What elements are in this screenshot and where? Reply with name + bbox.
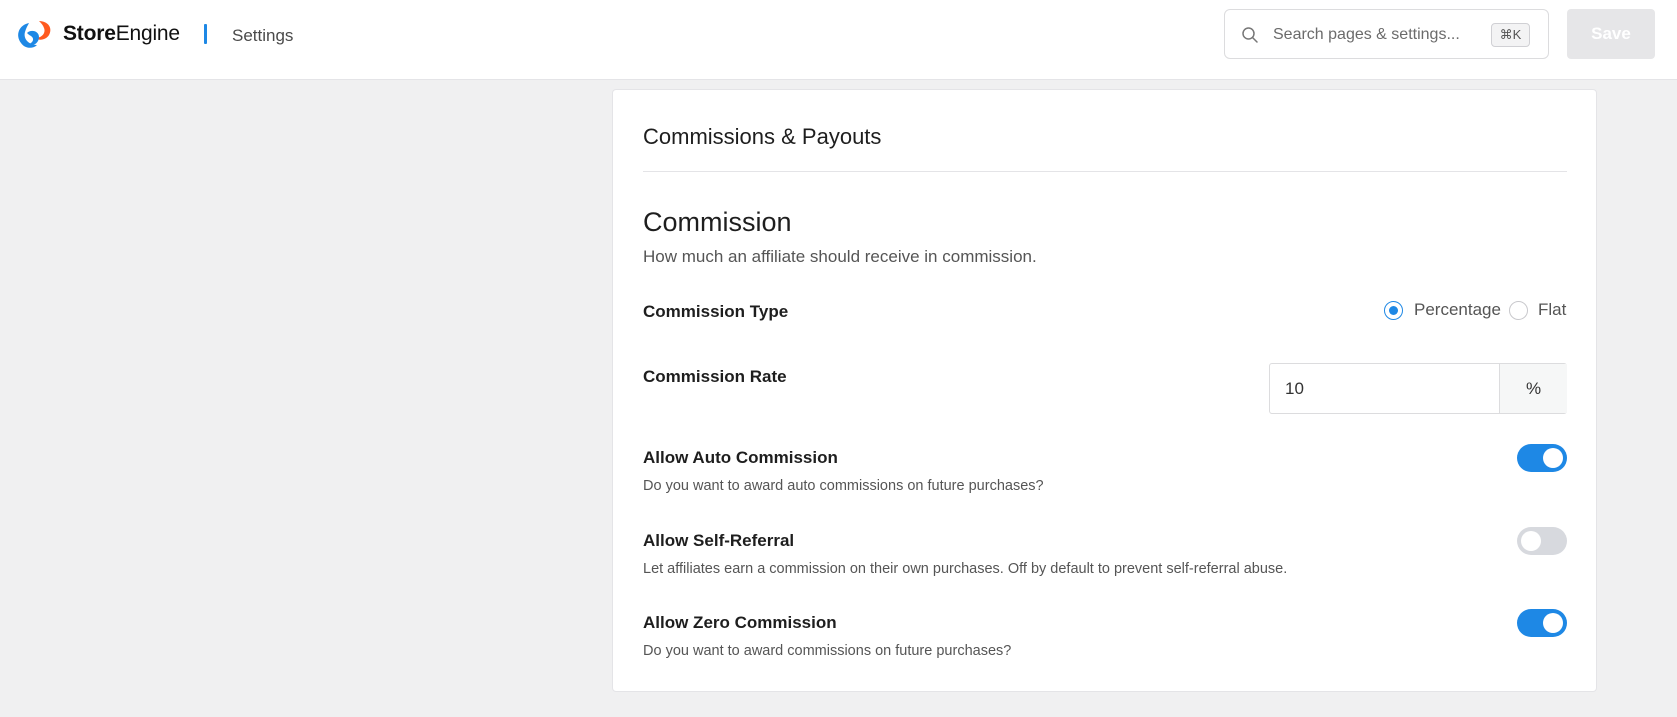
- commissions-card: Commissions & Payouts Commission How muc…: [612, 89, 1597, 692]
- radio-percentage-label[interactable]: Percentage: [1414, 300, 1501, 320]
- storeengine-logo-icon: [18, 21, 51, 48]
- search-icon: [1242, 27, 1258, 43]
- zero-commission-toggle[interactable]: [1517, 609, 1567, 637]
- commission-type-label: Commission Type: [643, 302, 789, 321]
- radio-flat-label[interactable]: Flat: [1538, 300, 1566, 320]
- zero-commission-help: Do you want to award commissions on futu…: [643, 643, 1012, 659]
- auto-commission-label: Allow Auto Commission: [643, 448, 838, 467]
- header-divider: [204, 24, 207, 44]
- page-title: Settings: [232, 26, 294, 45]
- top-header: StoreEngine Settings ⌘K Save: [0, 0, 1677, 80]
- brand-name: StoreEngine: [63, 22, 180, 46]
- self-referral-label: Allow Self-Referral: [643, 531, 795, 550]
- auto-commission-help: Do you want to award auto commissions on…: [643, 478, 1044, 494]
- radio-flat[interactable]: [1509, 301, 1528, 320]
- card-title: Commissions & Payouts: [643, 124, 882, 149]
- commission-rate-field: %: [1269, 363, 1567, 414]
- search-shortcut-badge: ⌘K: [1491, 23, 1530, 47]
- toggle-knob: [1543, 613, 1563, 633]
- self-referral-help: Let affiliates earn a commission on thei…: [643, 561, 1288, 577]
- toggle-knob: [1543, 448, 1563, 468]
- toggle-knob: [1521, 531, 1541, 551]
- radio-percentage[interactable]: [1384, 301, 1403, 320]
- self-referral-toggle[interactable]: [1517, 527, 1567, 555]
- card-divider: [643, 171, 1567, 172]
- save-button[interactable]: Save: [1567, 9, 1655, 59]
- commission-rate-input[interactable]: [1270, 364, 1500, 413]
- zero-commission-label: Allow Zero Commission: [643, 613, 837, 632]
- commission-rate-label: Commission Rate: [643, 367, 787, 386]
- brand-name-light: Engine: [115, 22, 180, 45]
- search-box[interactable]: ⌘K: [1224, 9, 1549, 59]
- section-heading: Commission: [643, 207, 792, 237]
- commission-type-radio-group: Percentage Flat: [1384, 298, 1566, 322]
- search-input[interactable]: [1273, 23, 1473, 47]
- auto-commission-toggle[interactable]: [1517, 444, 1567, 472]
- commission-rate-unit: %: [1499, 364, 1567, 413]
- brand-name-bold: Store: [63, 22, 116, 45]
- section-description: How much an affiliate should receive in …: [643, 247, 1037, 266]
